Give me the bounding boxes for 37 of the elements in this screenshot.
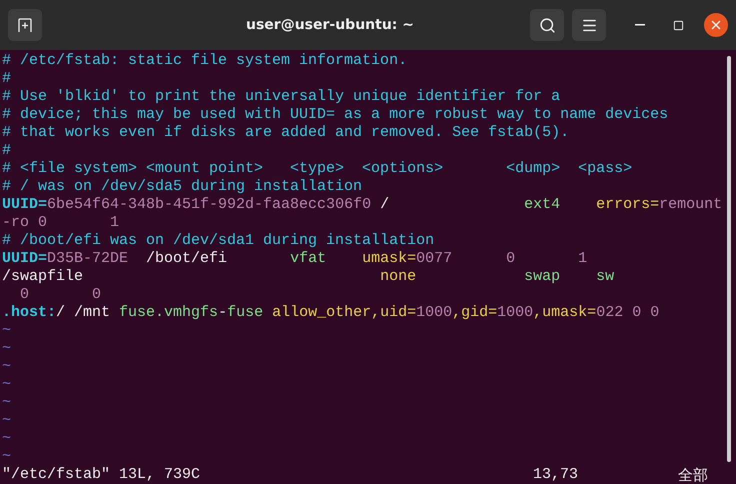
code-line: .host:/ /mnt fuse.vmhgfs-fuse allow_other,uid=1000,gid=1000,umask=022 0 0 [2,304,660,322]
close-button[interactable] [704,13,728,37]
menu-button[interactable] [572,9,606,41]
code-line: 0 0 [19,286,102,304]
cursor-position: 13,73 [532,466,578,484]
code-line: # device; this may be used with UUID= as a more robust way to name devices [2,106,668,124]
search-button[interactable] [530,9,564,41]
minimize-icon [635,24,645,26]
new-tab-button[interactable] [8,9,42,41]
code-line: # /etc/fstab: static file system information. [2,52,408,70]
code-line: # [2,142,12,160]
code-line: /swapfile none swap sw [2,268,614,286]
new-tab-icon [17,17,33,33]
empty-line-marker: ~ [2,448,12,466]
empty-line-marker: ~ [2,430,12,448]
code-line: UUID=6be54f64-348b-451f-992d-faa8ecc306f0 / ext4 errors=remount [2,196,722,214]
scroll-position: 全部 [678,466,708,484]
code-line: # that works even if disks are added and removed. See fstab(5). [2,124,570,142]
code-line: # / was on /dev/sda5 during installation [2,178,362,196]
code-line: # [2,70,12,88]
empty-line-marker: ~ [2,376,12,394]
empty-line-marker: ~ [2,322,12,340]
code-line: UUID=D35B-72DE /boot/efi vfat umask=0077 0 1 [2,250,588,268]
close-icon [709,18,723,32]
window-title: user@user-ubuntu: ~ [245,17,415,33]
empty-line-marker: ~ [2,358,12,376]
scrollbar[interactable] [727,56,731,462]
code-line: # Use 'blkid' to print the universally unique identifier for a [2,88,560,106]
empty-line-marker: ~ [2,412,12,430]
status-message: "/etc/fstab" 13L, 739C [2,466,200,484]
code-line: -ro 0 1 [2,214,120,232]
code-line: # <file system> <mount point> <type> <options> <dump> <pass> [2,160,632,178]
empty-line-marker: ~ [2,340,12,358]
maximize-icon [672,20,684,30]
code-line: # /boot/efi was on /dev/sda1 during installation [2,232,434,250]
search-icon [538,16,556,34]
empty-line-marker: ~ [2,394,12,412]
